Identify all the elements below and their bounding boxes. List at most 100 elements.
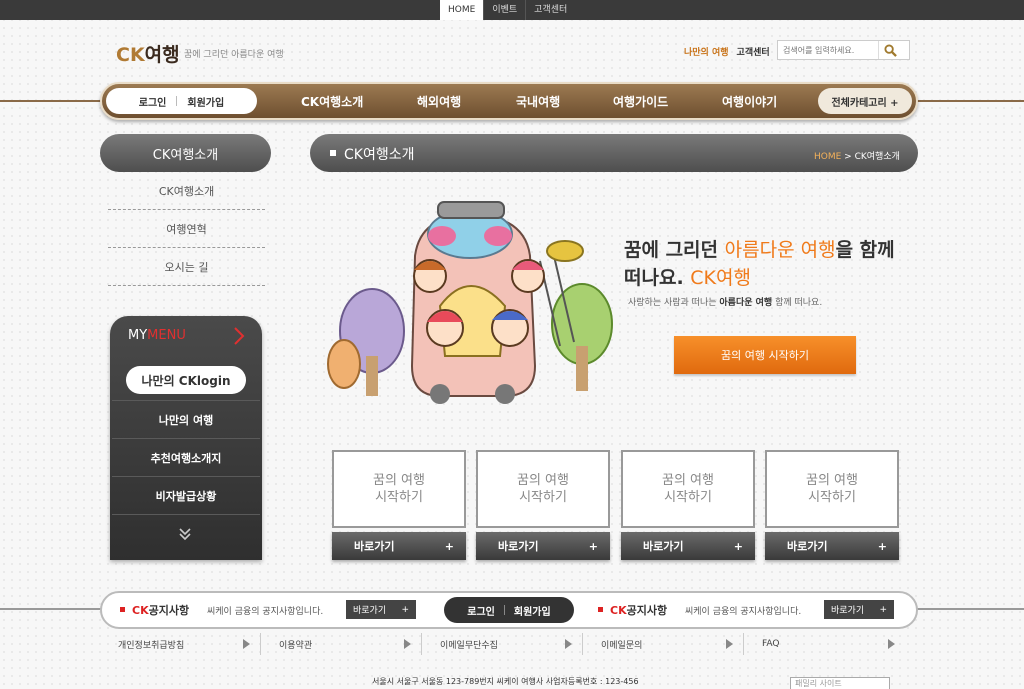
- notice-text-left: 씨케이 금융의 공지사항입니다.: [207, 607, 324, 617]
- search-input[interactable]: [778, 45, 878, 55]
- triangle-right-icon: [243, 639, 250, 649]
- notice-label: 공지사항: [626, 604, 668, 617]
- notice-brand: CK: [132, 604, 149, 617]
- card-line1: 꿈의 여행: [662, 473, 714, 488]
- breadcrumb-separator: >: [841, 152, 855, 162]
- card-line2: 시작하기: [664, 490, 712, 505]
- my-menu-item-visa[interactable]: 비자발급상황: [112, 476, 260, 514]
- nav-item-overseas[interactable]: 해외여행: [417, 93, 461, 110]
- hero-line2-b: CK여행: [690, 267, 751, 289]
- card-line2: 시작하기: [375, 490, 423, 505]
- breadcrumb-home[interactable]: HOME: [814, 152, 841, 162]
- search-button[interactable]: [878, 41, 902, 59]
- footer-link-label: 이용약관: [279, 640, 313, 651]
- nav-item-guide[interactable]: 여행가이드: [613, 93, 668, 110]
- footer-login-button[interactable]: 로그인: [458, 603, 504, 618]
- hero-line1-c: 을 함께: [835, 239, 895, 261]
- footer-link-label: 개인정보취급방침: [118, 640, 185, 651]
- top-nav-home[interactable]: HOME: [440, 0, 484, 20]
- notice-brand: CK: [610, 604, 627, 617]
- plus-icon: +: [733, 539, 743, 553]
- notice-label: 공지사항: [148, 604, 190, 617]
- bullet-icon: [330, 150, 336, 156]
- hero-headline: 꿈에 그리던 아름다운 여행을 함께 떠나요. CK여행: [624, 236, 914, 292]
- notice-text-right: 씨케이 금융의 공지사항입니다.: [685, 607, 802, 617]
- logo-brand: CK: [116, 44, 145, 66]
- card-line2: 시작하기: [519, 490, 567, 505]
- plus-icon: +: [401, 604, 409, 615]
- my-menu-title: MYMENU: [128, 328, 186, 343]
- triangle-right-icon: [726, 639, 733, 649]
- sidebar-item-history[interactable]: 여행연혁: [108, 210, 265, 248]
- hero-subtext: 사랑하는 사람과 떠나는 아름다운 여행 함께 떠나요.: [628, 295, 822, 308]
- my-menu-item-my-travel[interactable]: 나만의 여행: [112, 400, 260, 438]
- footer-join-button[interactable]: 회원가입: [505, 603, 560, 618]
- hero-sub-c: 함께 떠나요.: [772, 298, 823, 308]
- notice-go-button-right[interactable]: 바로가기 +: [824, 600, 894, 619]
- nav-join-button[interactable]: 회원가입: [177, 94, 234, 109]
- nav-login-button[interactable]: 로그인: [129, 94, 177, 109]
- footer-auth: 로그인 회원가입: [444, 597, 574, 623]
- nav-item-ck-intro[interactable]: CK여행소개: [301, 93, 363, 110]
- bullet-icon: [120, 607, 125, 612]
- tagline: 꿈에 그리던 아름다운 여행: [184, 50, 284, 60]
- top-nav-event[interactable]: 이벤트: [483, 0, 525, 20]
- card-2[interactable]: 꿈의 여행 시작하기: [476, 450, 610, 528]
- plus-icon: +: [588, 539, 598, 553]
- notice-btn-label: 바로가기: [353, 606, 387, 616]
- plus-icon: +: [444, 539, 454, 553]
- footer-link-privacy[interactable]: 개인정보취급방침: [100, 633, 261, 655]
- notice-go-button-left[interactable]: 바로가기 +: [346, 600, 416, 619]
- page-title: CK여행소개: [344, 147, 415, 163]
- card-btn-label: 바로가기: [498, 540, 539, 553]
- card-text: 꿈의 여행 시작하기: [806, 472, 858, 506]
- card-1[interactable]: 꿈의 여행시작하기: [332, 450, 466, 528]
- notice-btn-label: 바로가기: [831, 606, 865, 616]
- nav-item-domestic[interactable]: 국내여행: [516, 93, 560, 110]
- footer-link-terms[interactable]: 이용약관: [261, 633, 422, 655]
- footer-link-email-inquiry[interactable]: 이메일문의: [583, 633, 744, 655]
- breadcrumb-current: CK여행소개: [854, 152, 900, 162]
- footer-link-faq[interactable]: FAQ: [744, 633, 905, 655]
- sidebar-title: CK여행소개: [100, 134, 271, 172]
- card-2-go-button[interactable]: 바로가기 +: [476, 532, 610, 560]
- notice-title-right: CK공지사항: [610, 602, 667, 618]
- footer-link-label: 이메일문의: [601, 640, 643, 651]
- card-text: 꿈의 여행시작하기: [373, 472, 425, 506]
- chevron-right-icon[interactable]: [232, 326, 246, 346]
- card-btn-label: 바로가기: [787, 540, 828, 553]
- nav-item-story[interactable]: 여행이야기: [722, 93, 777, 110]
- card-4-go-button[interactable]: 바로가기 +: [765, 532, 899, 560]
- sidebar-item-ck-intro[interactable]: CK여행소개: [108, 172, 265, 210]
- card-4[interactable]: 꿈의 여행 시작하기: [765, 450, 899, 528]
- my-cklogin-button[interactable]: 나만의 CKlogin: [126, 366, 246, 394]
- my-menu-item-recommend[interactable]: 추천여행소개지: [112, 438, 260, 476]
- top-nav-cs[interactable]: 고객센터: [525, 0, 575, 20]
- plus-icon: +: [877, 539, 887, 553]
- footer-link-label: FAQ: [762, 639, 780, 649]
- search-box: [777, 40, 910, 60]
- all-category-button[interactable]: 전체카테고리 +: [818, 88, 912, 114]
- card-line2: 시작하기: [808, 490, 856, 505]
- hero-line1-a: 꿈에 그리던: [624, 239, 725, 261]
- family-site-select[interactable]: 패밀리 사이트: [790, 677, 890, 689]
- hero-line2-a: 떠나요.: [624, 267, 691, 289]
- top-nav: HOME 이벤트 고객센터: [440, 0, 575, 20]
- footer-link-email-policy[interactable]: 이메일무단수집: [422, 633, 583, 655]
- hero-sub-b: 아름다운 여행: [719, 298, 773, 308]
- card-text: 꿈의 여행 시작하기: [517, 472, 569, 506]
- customer-center-link[interactable]: 고객센터: [737, 45, 770, 58]
- search-icon: [884, 43, 897, 57]
- card-text: 꿈의 여행시작하기: [662, 472, 714, 506]
- double-chevron-down-icon[interactable]: [178, 527, 192, 541]
- logo[interactable]: CK여행: [116, 40, 180, 67]
- card-1-go-button[interactable]: 바로가기 +: [332, 532, 466, 560]
- card-3[interactable]: 꿈의 여행시작하기: [621, 450, 755, 528]
- card-line1: 꿈의 여행: [373, 473, 425, 488]
- nav-auth: 로그인 회원가입: [106, 88, 257, 114]
- sidebar-item-directions[interactable]: 오시는 길: [108, 248, 265, 286]
- my-travel-link[interactable]: 나만의 여행: [684, 45, 729, 58]
- header-links: 나만의 여행 고객센터: [684, 45, 770, 58]
- card-3-go-button[interactable]: 바로가기 +: [621, 532, 755, 560]
- start-trip-button[interactable]: 꿈의 여행 시작하기: [674, 336, 856, 374]
